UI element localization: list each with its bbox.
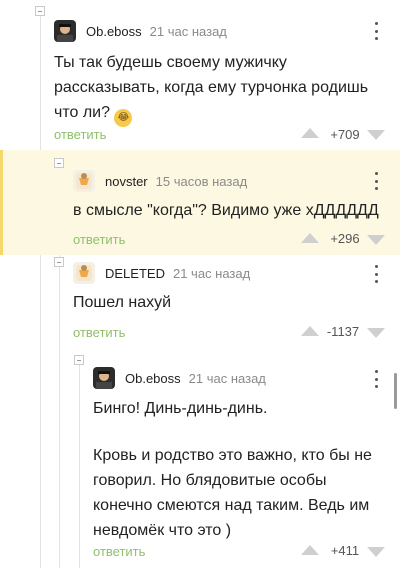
rating-value: +411 — [330, 543, 360, 558]
comment-text: Ты так будешь своему мужичку рассказыват… — [54, 50, 384, 127]
collapse-toggle[interactable] — [74, 355, 84, 365]
timestamp: 21 час назад — [188, 370, 266, 386]
comment-text: Пошел нахуй — [73, 294, 172, 311]
username[interactable]: novster — [105, 174, 148, 189]
reply-link[interactable]: ответить — [93, 544, 145, 559]
avatar[interactable] — [54, 20, 76, 42]
comment-text: Бинго! Динь-динь-динь. Кровь и родство э… — [93, 400, 372, 539]
username[interactable]: Ob.eboss — [86, 24, 142, 39]
username[interactable]: Ob.eboss — [125, 371, 181, 386]
timestamp: 21 час назад — [172, 265, 251, 281]
timestamp: 21 час назад — [149, 23, 227, 39]
reply-link[interactable]: ответить — [54, 127, 106, 142]
more-options-icon[interactable] — [369, 22, 383, 40]
comment-header: Ob.eboss 21 час назад — [54, 19, 227, 43]
comment-1: Ob.eboss 21 час назад Ты так будешь свое… — [0, 0, 400, 150]
downvote-icon[interactable] — [367, 328, 385, 338]
username[interactable]: DELETED — [105, 266, 165, 281]
upvote-icon[interactable] — [301, 233, 319, 243]
timestamp: 15 часов назад — [155, 173, 248, 189]
scrollbar[interactable] — [394, 373, 397, 409]
reply-link[interactable]: ответить — [73, 232, 125, 247]
more-options-icon[interactable] — [369, 172, 383, 190]
downvote-icon[interactable] — [367, 130, 385, 140]
upvote-icon[interactable] — [301, 326, 319, 336]
rating-value: +296 — [330, 231, 360, 246]
comment-header: Ob.eboss 21 час назад — [93, 366, 266, 390]
upvote-icon[interactable] — [301, 545, 319, 555]
collapse-toggle[interactable] — [54, 158, 64, 168]
comment-header: DELETED 21 час назад — [73, 261, 250, 285]
avatar[interactable] — [73, 262, 95, 284]
comment-3: DELETED 21 час назад Пошел нахуй ответит… — [0, 255, 400, 355]
downvote-icon[interactable] — [367, 547, 385, 557]
rating-value: -1137 — [326, 324, 360, 339]
reply-link[interactable]: ответить — [73, 325, 125, 340]
collapse-toggle[interactable] — [54, 257, 64, 267]
avatar[interactable] — [73, 170, 95, 192]
highlight-bar — [0, 150, 3, 255]
rating-value: +709 — [330, 127, 360, 142]
downvote-icon[interactable] — [367, 235, 385, 245]
more-options-icon[interactable] — [369, 265, 383, 283]
comment-header: novster 15 часов назад — [73, 169, 247, 193]
more-options-icon[interactable] — [369, 370, 383, 388]
comment-2: novster 15 часов назад в смысле "когда"?… — [0, 150, 400, 255]
upvote-icon[interactable] — [301, 128, 319, 138]
comment-4: Ob.eboss 21 час назад Бинго! Динь-динь-д… — [0, 355, 400, 568]
avatar[interactable] — [93, 367, 115, 389]
collapse-toggle[interactable] — [35, 6, 45, 16]
comment-text: в смысле "когда"? Видимо уже хДДДДДД — [73, 202, 379, 219]
